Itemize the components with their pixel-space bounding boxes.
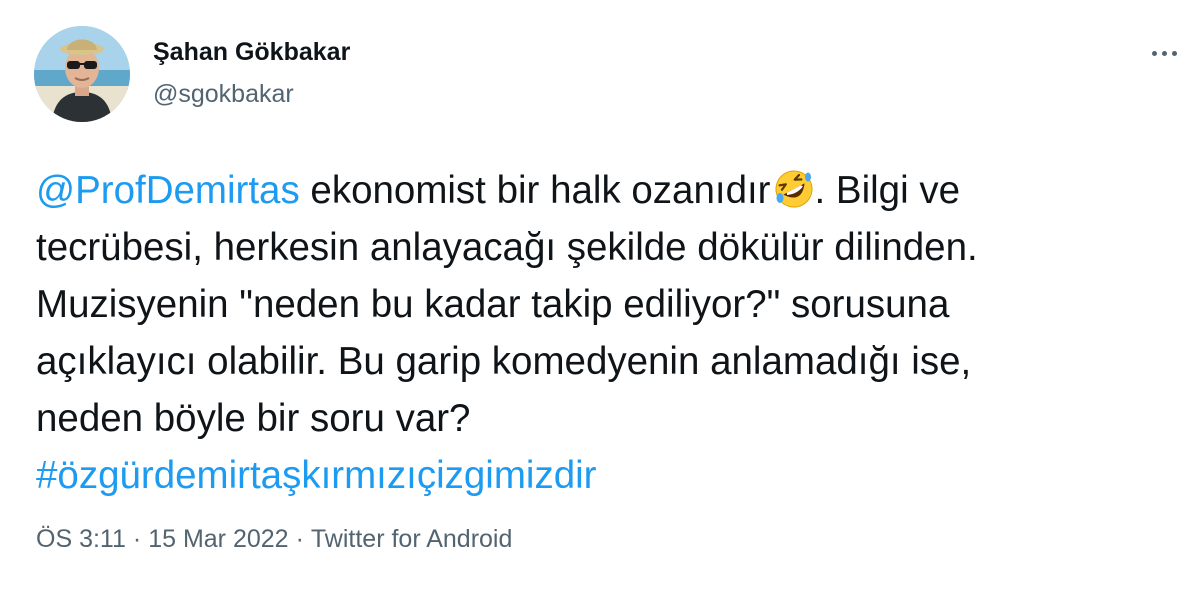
tweet-line: tecrübesi, herkesin anlayacağı şekilde d…: [36, 226, 978, 269]
meta-separator: ·: [295, 525, 304, 553]
more-options-button[interactable]: [1144, 38, 1184, 68]
tweet-metadata: ÖS 3:11 · 15 Mar 2022 · Twitter for Android: [36, 525, 512, 554]
tweet-text-segment: ekonomist bir halk ozanıdır: [299, 169, 771, 212]
tweet-time[interactable]: ÖS 3:11: [36, 525, 126, 553]
avatar-image-icon: [34, 26, 130, 122]
tweet-line: Muzisyenin "neden bu kadar takip ediliyo…: [36, 283, 950, 326]
author-avatar[interactable]: [34, 26, 130, 122]
more-dots-icon: [1151, 50, 1157, 56]
meta-separator: ·: [132, 525, 142, 553]
tweet-source[interactable]: Twitter for Android: [311, 525, 512, 553]
more-dots-icon: [1171, 50, 1177, 56]
tweet-card: Şahan Gökbakar @sgokbakar @ProfDemirtas …: [0, 0, 1200, 594]
mention-link[interactable]: @ProfDemirtas: [36, 169, 300, 212]
tweet-line: açıklayıcı olabilir. Bu garip komedyenin…: [36, 340, 972, 383]
tweet-line: #özgürdemirtaşkırmızıçizgimizdir: [36, 447, 1176, 504]
rolling-on-floor-laughing-emoji-icon: [775, 170, 812, 208]
tweet-line: neden böyle bir soru var?: [36, 397, 471, 440]
author-display-name[interactable]: Şahan Gökbakar: [153, 38, 350, 67]
tweet-text-segment: . Bilgi ve: [814, 169, 961, 212]
tweet-line: @ProfDemirtas ekonomist bir halk ozanıdı…: [36, 162, 1176, 219]
tweet-body: @ProfDemirtas ekonomist bir halk ozanıdı…: [36, 162, 1176, 504]
author-handle[interactable]: @sgokbakar: [153, 80, 294, 109]
more-dots-icon: [1161, 50, 1167, 56]
tweet-date[interactable]: 15 Mar 2022: [148, 525, 288, 553]
hashtag-link[interactable]: #özgürdemirtaşkırmızıçizgimizdir: [36, 454, 597, 497]
